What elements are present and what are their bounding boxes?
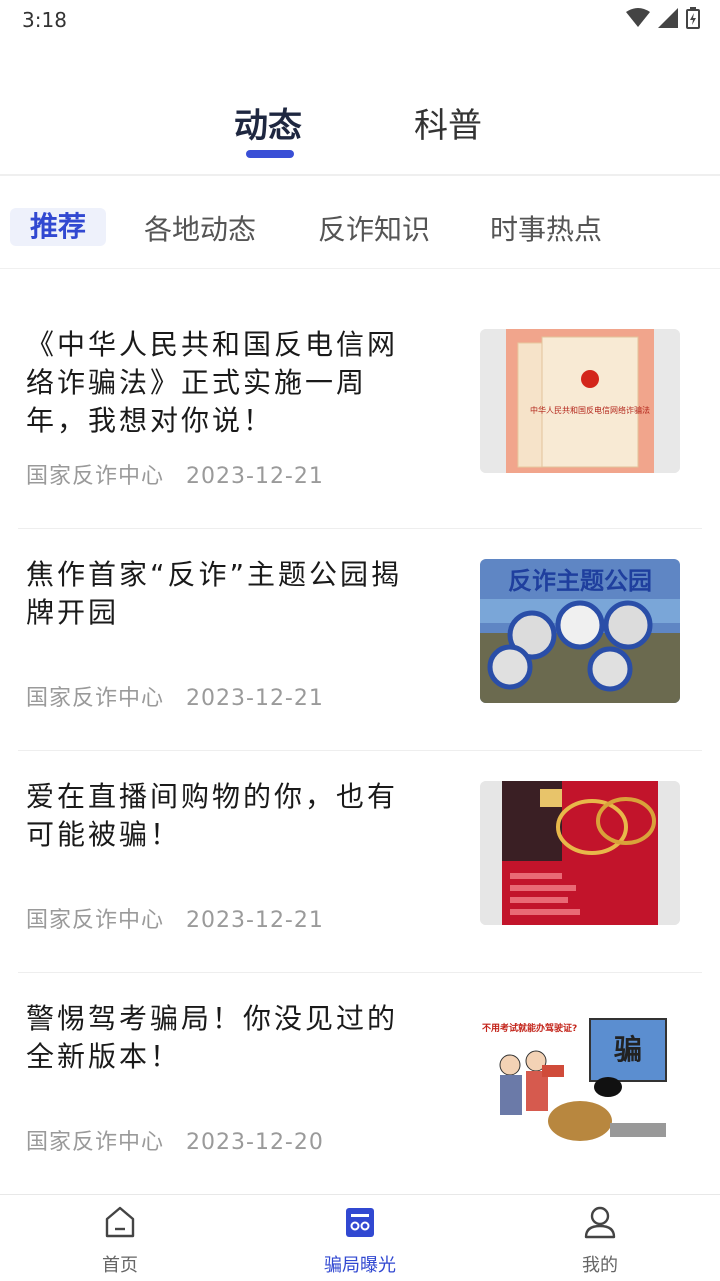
news-date: 2023-12-21 [186, 686, 324, 711]
user-icon [584, 1206, 616, 1239]
news-date: 2023-12-21 [186, 464, 324, 489]
news-meta: 国家反诈中心 2023-12-21 [26, 458, 324, 490]
bottom-nav: 首页 骗局曝光 我的 [0, 1194, 720, 1281]
news-date: 2023-12-21 [186, 908, 324, 933]
subtab-local-news[interactable]: 各地动态 [144, 208, 256, 248]
news-source: 国家反诈中心 [26, 464, 165, 489]
tab-science[interactable]: 科普 [414, 98, 482, 147]
nav-fraud-exposure-label: 骗局曝光 [324, 1255, 396, 1276]
news-thumbnail: 中华人民共和国反电信网络诈骗法 [480, 329, 680, 473]
news-item[interactable]: 《中华人民共和国反电信网络诈骗法》正式实施一周年，我想对你说！ 国家反诈中心 20… [18, 306, 702, 529]
news-title: 爱在直播间购物的你，也有可能被骗！ [26, 780, 399, 851]
nav-profile[interactable]: 我的 [540, 1195, 660, 1281]
subtab-current-affairs[interactable]: 时事热点 [490, 208, 602, 248]
news-title: 《中华人民共和国反电信网络诈骗法》正式实施一周年，我想对你说！ [26, 328, 399, 437]
status-bar: 3:18 [0, 0, 720, 36]
home-icon [105, 1206, 135, 1238]
news-item[interactable]: 爱在直播间购物的你，也有可能被骗！ 国家反诈中心 2023-12-21 [18, 750, 702, 973]
top-tab-bar: 动态 科普 [0, 80, 720, 176]
news-source: 国家反诈中心 [26, 908, 165, 933]
park-sign-text: 反诈主题公园 [508, 567, 652, 595]
cellular-icon [658, 8, 678, 28]
news-title: 焦作首家“反诈”主题公园揭牌开园 [26, 558, 403, 629]
news-date: 2023-12-20 [186, 1130, 324, 1155]
status-time: 3:18 [22, 8, 67, 32]
news-item[interactable]: 焦作首家“反诈”主题公园揭牌开园 国家反诈中心 2023-12-21 反诈主题公园 [18, 528, 702, 751]
news-title: 警惕驾考骗局！你没见过的全新版本！ [26, 1002, 399, 1073]
news-meta: 国家反诈中心 2023-12-20 [26, 1124, 324, 1156]
exposure-icon [346, 1208, 374, 1237]
cartoon-caption: 不用考试就能办驾驶证? [482, 1022, 577, 1034]
battery-icon [686, 7, 700, 29]
news-thumbnail: 不用考试就能办驾驶证? 骗 [480, 1003, 680, 1147]
nav-home[interactable]: 首页 [60, 1195, 180, 1281]
news-item[interactable]: 警惕驾考骗局！你没见过的全新版本！ 国家反诈中心 2023-12-20 不用考试就… [18, 972, 702, 1195]
cartoon-fraud-text: 骗 [614, 1033, 642, 1066]
status-icons [626, 6, 700, 30]
wifi-icon [626, 8, 650, 27]
news-source: 国家反诈中心 [26, 686, 165, 711]
sub-tab-bar: 推荐 各地动态 反诈知识 时事热点 [0, 176, 720, 269]
nav-home-label: 首页 [102, 1255, 138, 1276]
news-thumbnail: 反诈主题公园 [480, 559, 680, 703]
book-cover-text: 中华人民共和国反电信网络诈骗法 [530, 405, 650, 415]
news-thumbnail [480, 781, 680, 925]
subtab-recommend[interactable]: 推荐 [10, 208, 106, 246]
nav-profile-label: 我的 [582, 1255, 618, 1276]
tab-indicator [246, 150, 294, 158]
news-meta: 国家反诈中心 2023-12-21 [26, 902, 324, 934]
news-meta: 国家反诈中心 2023-12-21 [26, 680, 324, 712]
news-source: 国家反诈中心 [26, 1130, 165, 1155]
nav-fraud-exposure[interactable]: 骗局曝光 [300, 1195, 420, 1281]
tab-dynamic[interactable]: 动态 [234, 98, 302, 147]
subtab-anti-fraud-knowledge[interactable]: 反诈知识 [318, 208, 430, 248]
